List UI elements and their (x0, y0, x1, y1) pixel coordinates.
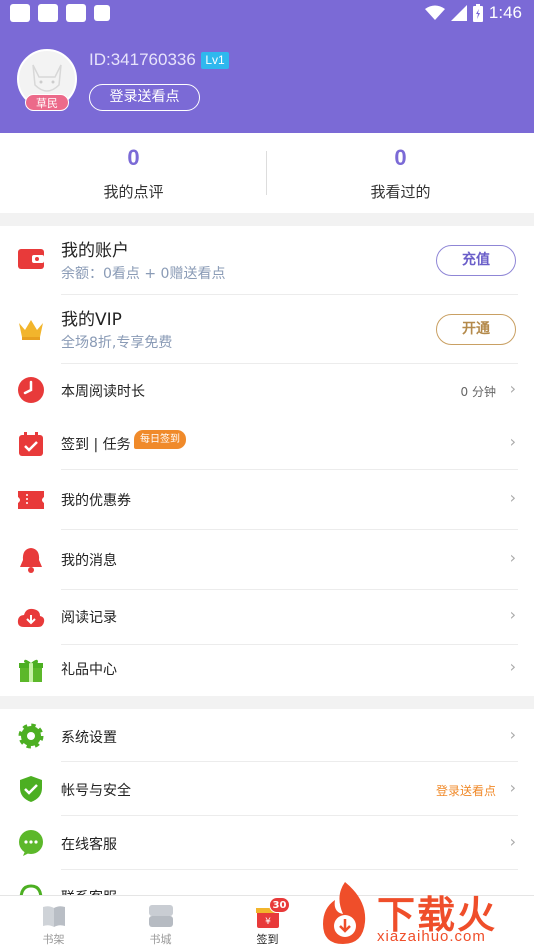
crown-icon (16, 314, 46, 344)
menu-card: 我的账户 余额：0看点 + 0赠送看点 充值 我的VIP 全场8折,专享免费 开… (0, 226, 534, 696)
coupon-icon (16, 485, 46, 515)
account-balance: 余额：0看点 + 0赠送看点 (61, 266, 226, 282)
stat-reviews[interactable]: 0 我的点评 (0, 133, 267, 213)
stats-panel: 0 我的点评 0 我看过的 (0, 133, 534, 213)
store-icon (148, 903, 174, 929)
user-id: ID:341760336 (89, 50, 196, 69)
chevron-right-icon: › (509, 379, 516, 398)
menu-item-reading-history[interactable]: 阅读记录 › (0, 590, 534, 645)
watermark: 下载火 xiazaihuo.com (315, 878, 534, 950)
menu-item-account-security[interactable]: 帐号与安全 登录送看点 › (0, 762, 534, 816)
chevron-right-icon: › (509, 832, 516, 851)
menu-item-label: 礼品中心 (61, 662, 117, 678)
menu-item-label: 我的消息 (61, 553, 117, 569)
menu-item-system-settings[interactable]: 系统设置 › (0, 709, 534, 762)
menu-item-label: 联系客服 (61, 887, 117, 895)
tab-bookstore[interactable]: 书城 (107, 896, 214, 950)
level-badge: Lv1 (201, 52, 229, 69)
menu-item-label: 本周阅读时长 (61, 384, 145, 400)
font-notification-icon (94, 5, 110, 21)
open-vip-button[interactable]: 开通 (436, 314, 516, 345)
svg-text:¥: ¥ (265, 917, 271, 927)
bell-icon (16, 545, 46, 575)
menu-item-label: 帐号与安全 (61, 783, 131, 799)
menu-item-checkin[interactable]: 签到 | 任务 每日签到 › (0, 417, 534, 470)
calendar-check-icon (16, 429, 46, 459)
menu-item-label: 阅读记录 (61, 610, 117, 626)
chevron-right-icon: › (509, 725, 516, 744)
tab-label: 书城 (149, 933, 172, 946)
menu-item-label: 在线客服 (61, 837, 117, 853)
gear-icon (16, 721, 46, 751)
menu-item-messages[interactable]: 我的消息 › (0, 530, 534, 590)
wifi-icon (424, 5, 445, 20)
stat-viewed[interactable]: 0 我看过的 (267, 133, 534, 213)
menu-item-gift-center[interactable]: 礼品中心 › (0, 645, 534, 696)
stat-label: 我看过的 (370, 183, 431, 201)
account-title: 我的账户 (61, 241, 129, 261)
app-notification-icon (66, 4, 86, 22)
cloud-download-icon (16, 603, 46, 633)
chevron-right-icon: › (509, 548, 516, 567)
vip-title: 我的VIP (61, 310, 122, 330)
status-bar: 1:46 (0, 0, 534, 28)
signal-icon (450, 5, 467, 21)
tab-checkin[interactable]: ¥ 30 签到 (214, 896, 321, 950)
vip-subtitle: 全场8折,专享免费 (61, 335, 173, 351)
tab-label: 签到 (256, 933, 279, 946)
login-reward-link[interactable]: 登录送看点 (436, 782, 496, 799)
menu-item-label: 签到 | 任务 (61, 437, 131, 453)
battery-icon (472, 4, 483, 22)
tab-label: 书架 (42, 933, 65, 946)
checkin-gift-icon: ¥ 30 (255, 897, 291, 929)
menu-item-coupons[interactable]: 我的优惠券 › (0, 470, 534, 530)
login-button[interactable]: 登录送看点 (89, 84, 200, 111)
checkin-count-badge: 30 (268, 897, 291, 913)
stat-label: 我的点评 (103, 183, 164, 201)
menu-item-label: 我的优惠券 (61, 493, 131, 509)
clock-icon (16, 375, 46, 405)
watermark-url: xiazaihuo.com (377, 928, 486, 945)
headset-icon (16, 882, 46, 895)
android-notification-icon (38, 4, 58, 22)
recharge-button[interactable]: 充值 (436, 245, 516, 276)
account-row[interactable]: 我的账户 余额：0看点 + 0赠送看点 充值 (0, 226, 534, 295)
app-notification-icon (10, 4, 30, 22)
wallet-icon (16, 244, 46, 274)
menu-item-reading-time[interactable]: 本周阅读时长 0 分钟 › (0, 364, 534, 417)
profile-header: 草民 ID:341760336 Lv1 登录送看点 (0, 28, 534, 133)
stat-value: 0 (127, 145, 140, 170)
notification-icons (10, 4, 110, 22)
settings-card: 系统设置 › 帐号与安全 登录送看点 › 在线客服 › 联系客服 (0, 709, 534, 895)
chevron-right-icon: › (509, 778, 516, 797)
clock-time: 1:46 (488, 3, 522, 22)
chevron-right-icon: › (509, 488, 516, 507)
bookshelf-icon (41, 903, 67, 929)
menu-item-online-service[interactable]: 在线客服 › (0, 816, 534, 870)
reading-time-value: 0 分钟 (460, 385, 496, 399)
daily-checkin-badge: 每日签到 (134, 430, 186, 449)
shield-icon (16, 774, 46, 804)
rank-badge: 草民 (25, 94, 69, 111)
vip-row[interactable]: 我的VIP 全场8折,专享免费 开通 (0, 295, 534, 364)
chevron-right-icon: › (509, 657, 516, 676)
chat-icon (16, 828, 46, 858)
chevron-right-icon: › (509, 605, 516, 624)
menu-item-label: 系统设置 (61, 730, 117, 746)
tab-bookshelf[interactable]: 书架 (0, 896, 107, 950)
gift-icon (16, 655, 46, 685)
chevron-right-icon: › (509, 432, 516, 451)
flame-logo-icon (323, 882, 366, 944)
stat-value: 0 (394, 145, 407, 170)
